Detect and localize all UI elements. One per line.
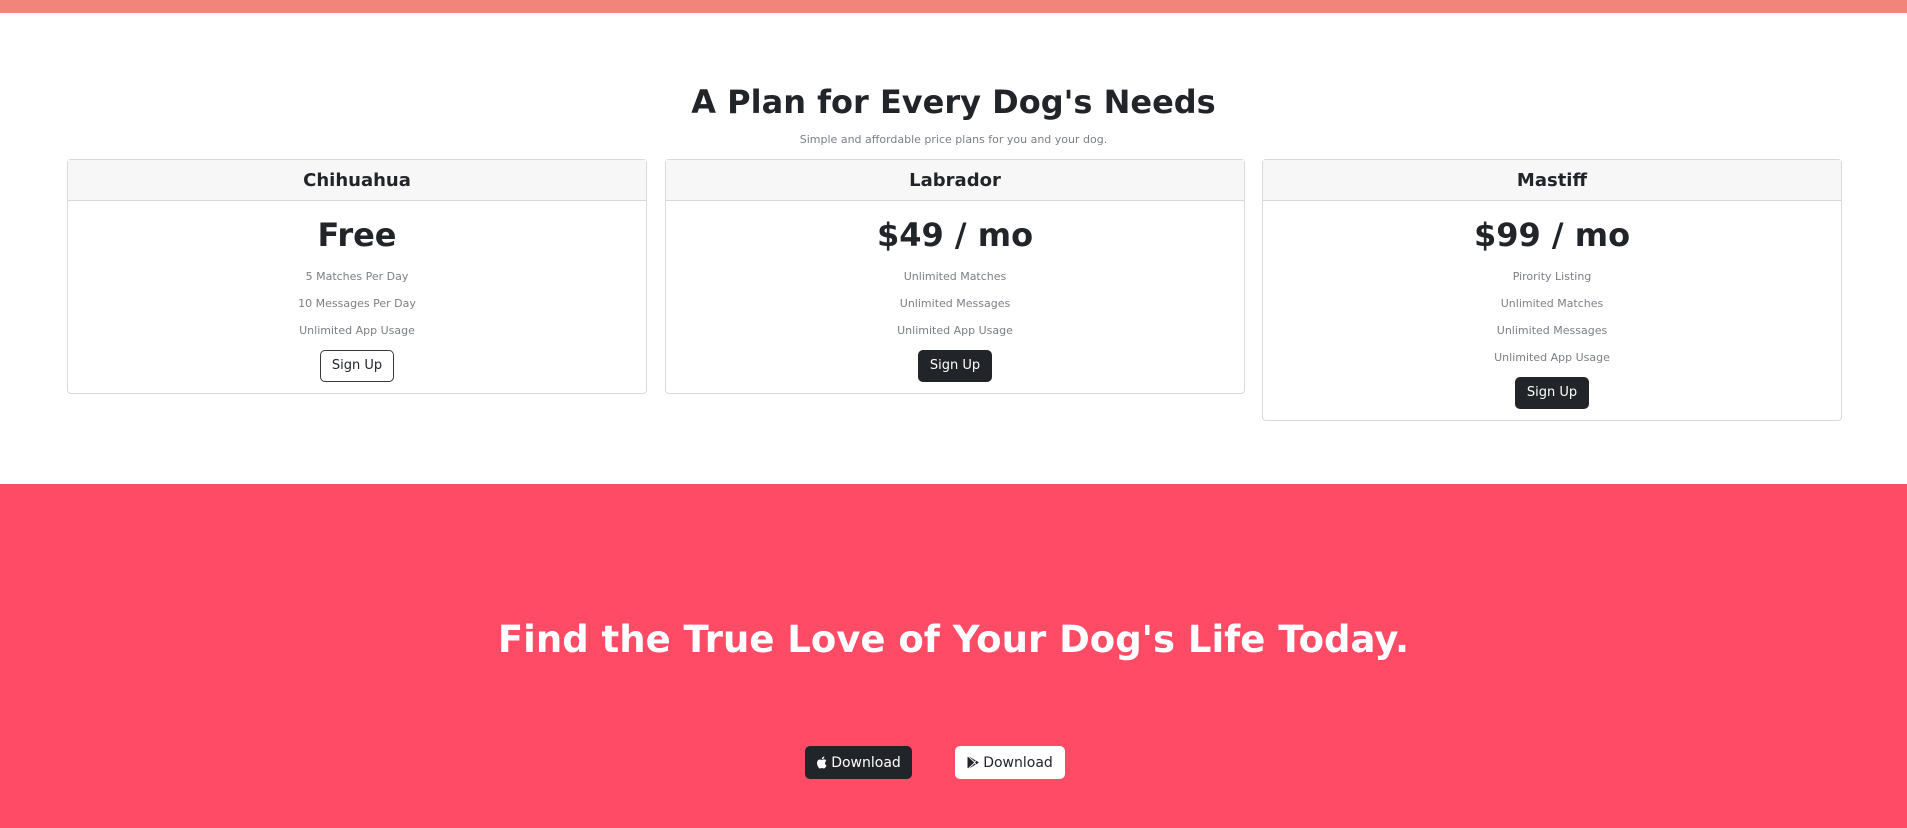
pricing-card-chihuahua: Chihuahua Free 5 Matches Per Day 10 Mess…: [67, 159, 647, 394]
sign-up-button-labrador[interactable]: Sign Up: [917, 350, 993, 382]
plan-price: $49 / mo: [876, 216, 1034, 254]
plan-feature: Unlimited App Usage: [1494, 351, 1610, 364]
pricing-title: A Plan for Every Dog's Needs: [691, 83, 1216, 121]
app-store-download-label: Download: [831, 754, 901, 771]
plan-feature: Unlimited App Usage: [897, 324, 1013, 337]
plan-price: $99 / mo: [1473, 216, 1631, 254]
plan-feature: Unlimited App Usage: [299, 324, 415, 337]
plan-feature: Pirority Listing: [1512, 270, 1592, 283]
plan-name: Chihuahua: [68, 160, 646, 201]
google-play-download-button[interactable]: Download: [955, 746, 1065, 779]
plan-name: Labrador: [666, 160, 1244, 201]
plan-price: Free: [317, 216, 397, 254]
plan-feature: Unlimited Messages: [899, 297, 1011, 310]
pricing-subtitle: Simple and affordable price plans for yo…: [799, 133, 1108, 146]
google-play-icon: [967, 756, 979, 769]
apple-icon: [816, 756, 827, 769]
cta-title: Find the True Love of Your Dog's Life To…: [497, 618, 1410, 661]
google-play-download-label: Download: [983, 754, 1053, 771]
plan-name: Mastiff: [1263, 160, 1841, 201]
pricing-card-labrador: Labrador $49 / mo Unlimited Matches Unli…: [665, 159, 1245, 394]
app-store-download-button[interactable]: Download: [805, 746, 912, 779]
plan-feature: Unlimited Matches: [903, 270, 1007, 283]
cta-section: Find the True Love of Your Dog's Life To…: [0, 484, 1907, 828]
plan-feature: 5 Matches Per Day: [305, 270, 409, 283]
pricing-section: A Plan for Every Dog's Needs Simple and …: [0, 13, 1907, 484]
plan-feature: Unlimited Matches: [1500, 297, 1604, 310]
top-accent-strip: [0, 0, 1907, 13]
plan-feature: Unlimited Messages: [1496, 324, 1608, 337]
plan-feature: 10 Messages Per Day: [298, 297, 416, 310]
pricing-card-mastiff: Mastiff $99 / mo Pirority Listing Unlimi…: [1262, 159, 1842, 421]
sign-up-button-chihuahua[interactable]: Sign Up: [319, 350, 395, 382]
sign-up-button-mastiff[interactable]: Sign Up: [1514, 377, 1590, 409]
